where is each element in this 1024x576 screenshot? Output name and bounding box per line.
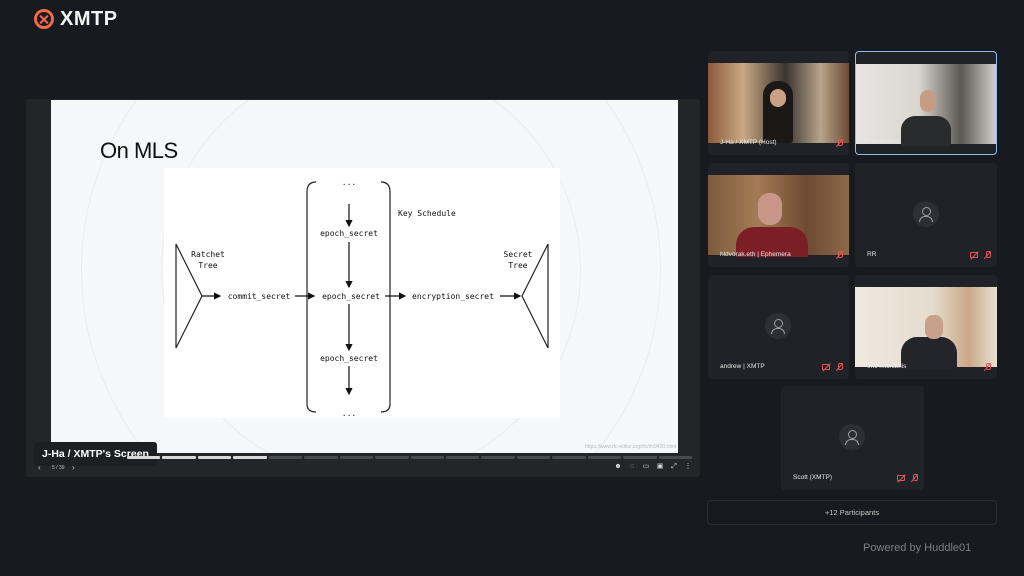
participant-name: andrew | XMTP <box>720 363 765 370</box>
epoch-secret-bottom-label: epoch_secret <box>320 354 378 363</box>
participant-status <box>897 474 918 482</box>
secret-tree-label-1: Secret <box>504 250 533 259</box>
brand-name: XMTP <box>60 7 118 30</box>
participant-name: hldvorak.eth | Ephemera <box>720 251 791 258</box>
progress-segment[interactable] <box>481 456 515 459</box>
screen-share-stage: On MLS ... Key Schedule epoch_secret Rat… <box>26 99 700 477</box>
encryption-secret-label: encryption_secret <box>412 292 494 301</box>
next-slide-icon[interactable]: › <box>72 461 75 475</box>
camera-off-icon <box>897 475 905 481</box>
ratchet-tree-label-2: Tree <box>198 261 217 270</box>
person-face <box>758 193 782 225</box>
participant-status <box>836 251 843 259</box>
epoch-secret-top-label: epoch_secret <box>320 229 378 238</box>
progress-segment[interactable] <box>410 456 444 459</box>
progress-segment[interactable] <box>623 456 657 459</box>
participant-tile[interactable]: eric michaelis <box>855 275 997 379</box>
progress-segment[interactable] <box>268 456 303 459</box>
participant-tile[interactable]: hldvorak.eth | Ephemera <box>708 163 849 267</box>
presentation-toolbar: ☻ ◌ ▭ ▣ ⤢ ⋮ <box>614 463 692 471</box>
slide-title: On MLS <box>100 138 178 163</box>
mic-off-icon <box>836 251 843 259</box>
participant-video <box>708 175 849 257</box>
ratchet-tree-triangle <box>175 243 203 349</box>
more-icon[interactable]: ⋮ <box>684 463 692 471</box>
powered-by-footer: Powered by Huddle01 <box>863 542 972 554</box>
participant-tile-active[interactable]: Franziskus <box>855 51 997 155</box>
right-bracket <box>380 181 391 413</box>
xmtp-logo-icon <box>34 9 54 29</box>
participant-tile[interactable]: andrew | XMTP <box>708 275 849 379</box>
progress-segment[interactable] <box>552 456 586 459</box>
prev-slide-icon[interactable]: ‹ <box>38 461 41 475</box>
epoch-secret-mid-label: epoch_secret <box>322 292 380 301</box>
participant-tile[interactable]: J-Ha / XMTP (Host) <box>708 51 849 155</box>
xmtp-logo: XMTP <box>34 8 118 30</box>
participant-name: RR <box>867 251 877 258</box>
mls-key-schedule-diagram: ... Key Schedule epoch_secret Ratchet Tr… <box>164 168 560 418</box>
progress-segment[interactable] <box>233 456 267 459</box>
progress-segment[interactable] <box>587 456 622 459</box>
progress-segment[interactable] <box>339 456 374 459</box>
participant-status <box>836 139 843 147</box>
emoji-icon[interactable]: ☻ <box>614 463 622 471</box>
ratchet-tree-label-1: Ratchet <box>191 250 225 259</box>
participant-video <box>855 287 997 369</box>
person-face <box>770 89 786 107</box>
key-schedule-label: Key Schedule <box>398 209 456 218</box>
participant-tile[interactable]: RR <box>855 163 997 267</box>
mic-off-icon <box>911 474 918 482</box>
avatar-icon <box>913 201 939 227</box>
camera-off-icon <box>822 364 830 370</box>
person-face <box>925 315 943 339</box>
slide-progress-bar[interactable] <box>127 456 692 459</box>
chat-icon[interactable]: ◌ <box>628 463 636 471</box>
fullscreen-icon[interactable]: ⤢ <box>670 463 678 471</box>
secret-tree-label-2: Tree <box>508 261 527 270</box>
mic-off-icon <box>984 363 991 371</box>
more-participants-button[interactable]: +12 Participants <box>707 500 997 525</box>
avatar-icon <box>765 313 791 339</box>
secret-tree-triangle <box>521 243 549 349</box>
progress-segment[interactable] <box>375 456 409 459</box>
present-icon[interactable]: ▭ <box>642 463 650 471</box>
participant-status <box>970 251 991 259</box>
participant-name: eric michaelis <box>867 363 907 370</box>
camera-off-icon <box>970 252 978 258</box>
progress-segment[interactable] <box>304 456 338 459</box>
progress-segment[interactable] <box>516 456 551 459</box>
participant-name: J-Ha / XMTP (Host) <box>720 139 777 146</box>
mic-off-icon <box>984 251 991 259</box>
captions-icon[interactable]: ▣ <box>656 463 664 471</box>
participant-name: Franziskus <box>868 138 900 145</box>
participant-video <box>708 63 849 143</box>
left-bracket <box>306 181 317 413</box>
slide-source-url[interactable]: https://www.rfc-editor.org/rfc/rfc9420.h… <box>585 444 676 450</box>
progress-segment[interactable] <box>162 456 196 459</box>
mic-off-icon <box>836 363 843 371</box>
participant-name: Scott (XMTP) <box>793 474 833 481</box>
person-face <box>920 90 936 112</box>
dots-top-label: ... <box>342 178 356 187</box>
progress-segment[interactable] <box>127 456 161 459</box>
dots-bottom-label: ... <box>342 409 356 418</box>
progress-segment[interactable] <box>197 456 232 459</box>
slide: On MLS ... Key Schedule epoch_secret Rat… <box>51 100 678 453</box>
presentation-controls: ‹ 5 / 39 › ☻ ◌ ▭ ▣ ⤢ ⋮ <box>34 461 692 475</box>
participant-status <box>822 363 843 371</box>
diagram-svg: ... Key Schedule epoch_secret Ratchet Tr… <box>175 178 549 418</box>
commit-secret-label: commit_secret <box>228 292 291 301</box>
progress-segment[interactable] <box>658 456 692 459</box>
person-silhouette <box>901 116 951 146</box>
avatar-icon <box>839 424 865 450</box>
progress-segment[interactable] <box>445 456 480 459</box>
page-indicator: 5 / 39 <box>52 465 65 471</box>
participant-video <box>856 64 996 146</box>
participant-status <box>984 363 991 371</box>
person-silhouette <box>901 337 957 369</box>
mic-off-icon <box>836 139 843 147</box>
participant-tile[interactable]: Scott (XMTP) <box>781 386 924 490</box>
